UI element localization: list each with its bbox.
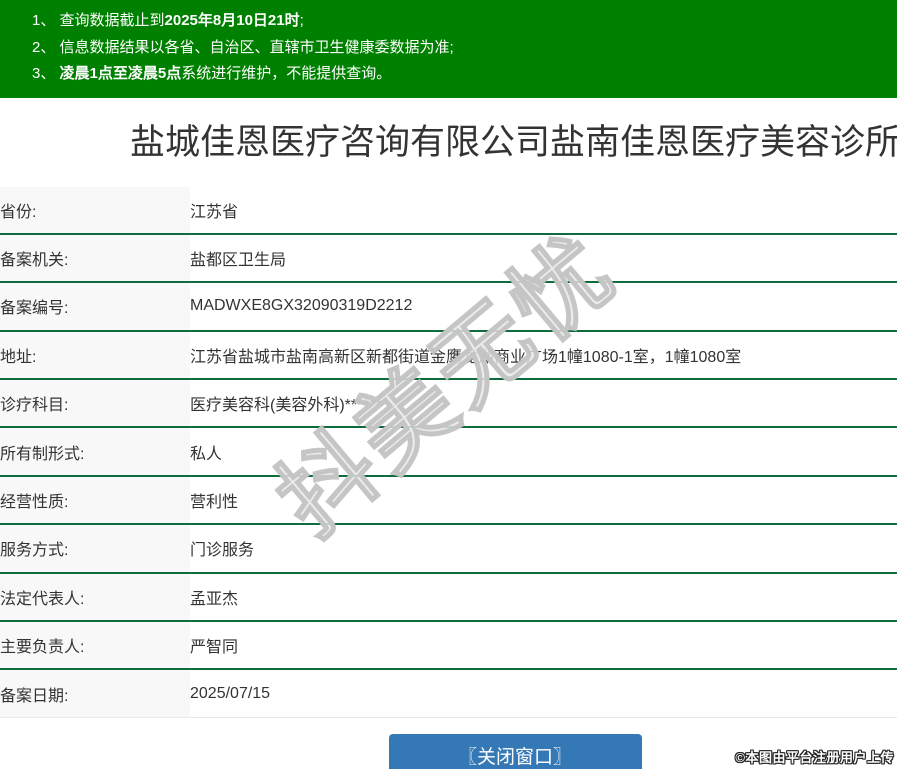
- notice-line-1: 1、 查询数据截止到2025年8月10日21时;: [32, 8, 887, 35]
- row-label: 备案编号:: [0, 282, 190, 330]
- row-label: 所有制形式:: [0, 427, 190, 475]
- row-label: 省份:: [0, 187, 190, 234]
- row-value: 江苏省: [190, 187, 897, 234]
- copyright-note: ©本图由平台注册用户上传: [735, 747, 894, 766]
- table-row-record-date: 备案日期: 2025/07/15: [0, 669, 897, 717]
- table-row-service-mode: 服务方式: 门诊服务: [0, 524, 897, 572]
- row-label: 法定代表人:: [0, 573, 190, 621]
- row-value: 医疗美容科(美容外科)******: [190, 379, 897, 427]
- notice-bar: 1、 查询数据截止到2025年8月10日21时; 2、 信息数据结果以各省、自治…: [0, 0, 897, 98]
- notice-line-3: 3、 凌晨1点至凌晨5点系统进行维护，不能提供查询。: [32, 61, 887, 88]
- table-row-operation-nature: 经营性质: 营利性: [0, 476, 897, 524]
- notice-3-text: 3、: [32, 65, 60, 82]
- row-label: 主要负责人:: [0, 621, 190, 669]
- table-row-province: 省份: 江苏省: [0, 187, 897, 234]
- row-value: 孟亚杰: [190, 573, 897, 621]
- row-value: 营利性: [190, 476, 897, 524]
- row-value: MADWXE8GX32090319D2212: [190, 282, 897, 330]
- row-label: 经营性质:: [0, 476, 190, 524]
- notice-1-bold: 2025年8月10日21时: [165, 12, 300, 29]
- table-row-principal: 主要负责人: 严智同: [0, 621, 897, 669]
- table-row-treatment-subjects: 诊疗科目: 医疗美容科(美容外科)******: [0, 379, 897, 427]
- table-row-record-number: 备案编号: MADWXE8GX32090319D2212: [0, 282, 897, 330]
- notice-3-bold: 凌晨1点至凌晨5点: [60, 65, 182, 82]
- row-label: 诊疗科目:: [0, 379, 190, 427]
- table-row-ownership: 所有制形式: 私人: [0, 427, 897, 475]
- row-label: 备案日期:: [0, 669, 190, 717]
- table-row-address: 地址: 江苏省盐城市盐南高新区新都街道金鹰龙湖商业广场1幢1080-1室，1幢1…: [0, 331, 897, 379]
- row-value: 私人: [190, 427, 897, 475]
- notice-3-suffix: 系统进行维护，不能提供查询。: [181, 65, 391, 82]
- row-value: 严智同: [190, 621, 897, 669]
- row-label: 服务方式:: [0, 524, 190, 572]
- row-value: 江苏省盐城市盐南高新区新都街道金鹰龙湖商业广场1幢1080-1室，1幢1080室: [190, 331, 897, 379]
- row-value: 2025/07/15: [190, 669, 897, 717]
- notice-line-2: 2、 信息数据结果以各省、自治区、直辖市卫生健康委数据为准;: [32, 35, 887, 62]
- notice-1-suffix: ;: [300, 12, 304, 29]
- notice-2-text: 2、 信息数据结果以各省、自治区、直辖市卫生健康委数据为准;: [32, 39, 454, 56]
- close-window-button[interactable]: 〖关闭窗口〗: [389, 734, 642, 769]
- page-title: 盐城佳恩医疗咨询有限公司盐南佳恩医疗美容诊所: [0, 119, 897, 166]
- record-table: 省份: 江苏省 备案机关: 盐都区卫生局 备案编号: MADWXE8GX3209…: [0, 187, 897, 718]
- row-label: 备案机关:: [0, 234, 190, 282]
- table-row-authority: 备案机关: 盐都区卫生局: [0, 234, 897, 282]
- row-value: 门诊服务: [190, 524, 897, 572]
- row-value: 盐都区卫生局: [190, 234, 897, 282]
- record-page: 盐城佳恩医疗咨询有限公司盐南佳恩医疗美容诊所 省份: 江苏省 备案机关: 盐都区…: [0, 119, 897, 769]
- notice-1-text: 1、 查询数据截止到: [32, 12, 165, 29]
- table-row-legal-representative: 法定代表人: 孟亚杰: [0, 573, 897, 621]
- row-label: 地址:: [0, 331, 190, 379]
